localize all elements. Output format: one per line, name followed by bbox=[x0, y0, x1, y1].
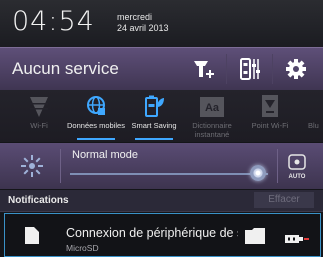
brightness-mode: Normal mode bbox=[72, 149, 139, 161]
tile-wifi[interactable]: Wi-Fi bbox=[10, 90, 68, 142]
bluetooth-icon bbox=[299, 90, 323, 117]
battery-leaf-icon bbox=[125, 90, 183, 117]
auto-label: AUTO bbox=[288, 174, 306, 180]
clock: 04:54 bbox=[12, 6, 95, 37]
brightness-icon bbox=[20, 154, 44, 183]
sd-card-icon bbox=[25, 227, 39, 249]
notifications-title: Notifications bbox=[8, 195, 69, 206]
tile-dictionary[interactable]: Aa Dictionnaire instantané bbox=[183, 90, 241, 142]
tile-smart-saving[interactable]: Smart Saving bbox=[125, 90, 183, 142]
notification-title: Connexion de périphérique de stockage bbox=[66, 226, 238, 240]
tile-mobile-data[interactable]: Données mobiles bbox=[67, 90, 125, 142]
hotspot-icon bbox=[241, 90, 299, 117]
wifi-icon bbox=[10, 90, 68, 117]
folder-icon[interactable] bbox=[245, 228, 265, 249]
service-status: Aucun service bbox=[12, 59, 119, 78]
brightness-slider[interactable] bbox=[70, 173, 268, 175]
equalizer-icon[interactable] bbox=[230, 48, 270, 90]
flashlight-settings-icon[interactable] bbox=[184, 48, 224, 90]
dictionary-icon: Aa bbox=[183, 90, 241, 117]
svg-text:Aa: Aa bbox=[205, 102, 220, 114]
globe-icon bbox=[67, 90, 125, 117]
brightness-panel: Normal mode AUTO bbox=[0, 143, 323, 189]
tile-bluetooth[interactable]: Blu bbox=[299, 90, 323, 142]
notifications-header: Notifications Effacer bbox=[0, 190, 323, 212]
service-bar: Aucun service bbox=[0, 47, 323, 91]
quick-settings: Wi-Fi Données mobiles Smart Saving Aa Di… bbox=[0, 90, 323, 142]
notification-subtitle: MicroSD bbox=[66, 243, 99, 253]
auto-brightness-icon bbox=[288, 154, 306, 170]
eject-usb-icon[interactable] bbox=[285, 231, 309, 249]
date-block: mercredi 24 avril 2013 bbox=[117, 12, 169, 34]
auto-brightness-button[interactable]: AUTO bbox=[286, 154, 308, 180]
date-label: 24 avril 2013 bbox=[117, 23, 169, 33]
tile-hotspot[interactable]: Point Wi-Fi bbox=[241, 90, 299, 142]
gear-icon[interactable] bbox=[276, 48, 316, 90]
brightness-slider-thumb[interactable] bbox=[250, 165, 267, 181]
status-bar: 04:54 mercredi 24 avril 2013 bbox=[0, 0, 323, 47]
day-label: mercredi bbox=[117, 12, 153, 22]
notification-item[interactable]: Connexion de périphérique de stockage Mi… bbox=[4, 213, 321, 257]
clear-button[interactable]: Effacer bbox=[254, 192, 314, 208]
